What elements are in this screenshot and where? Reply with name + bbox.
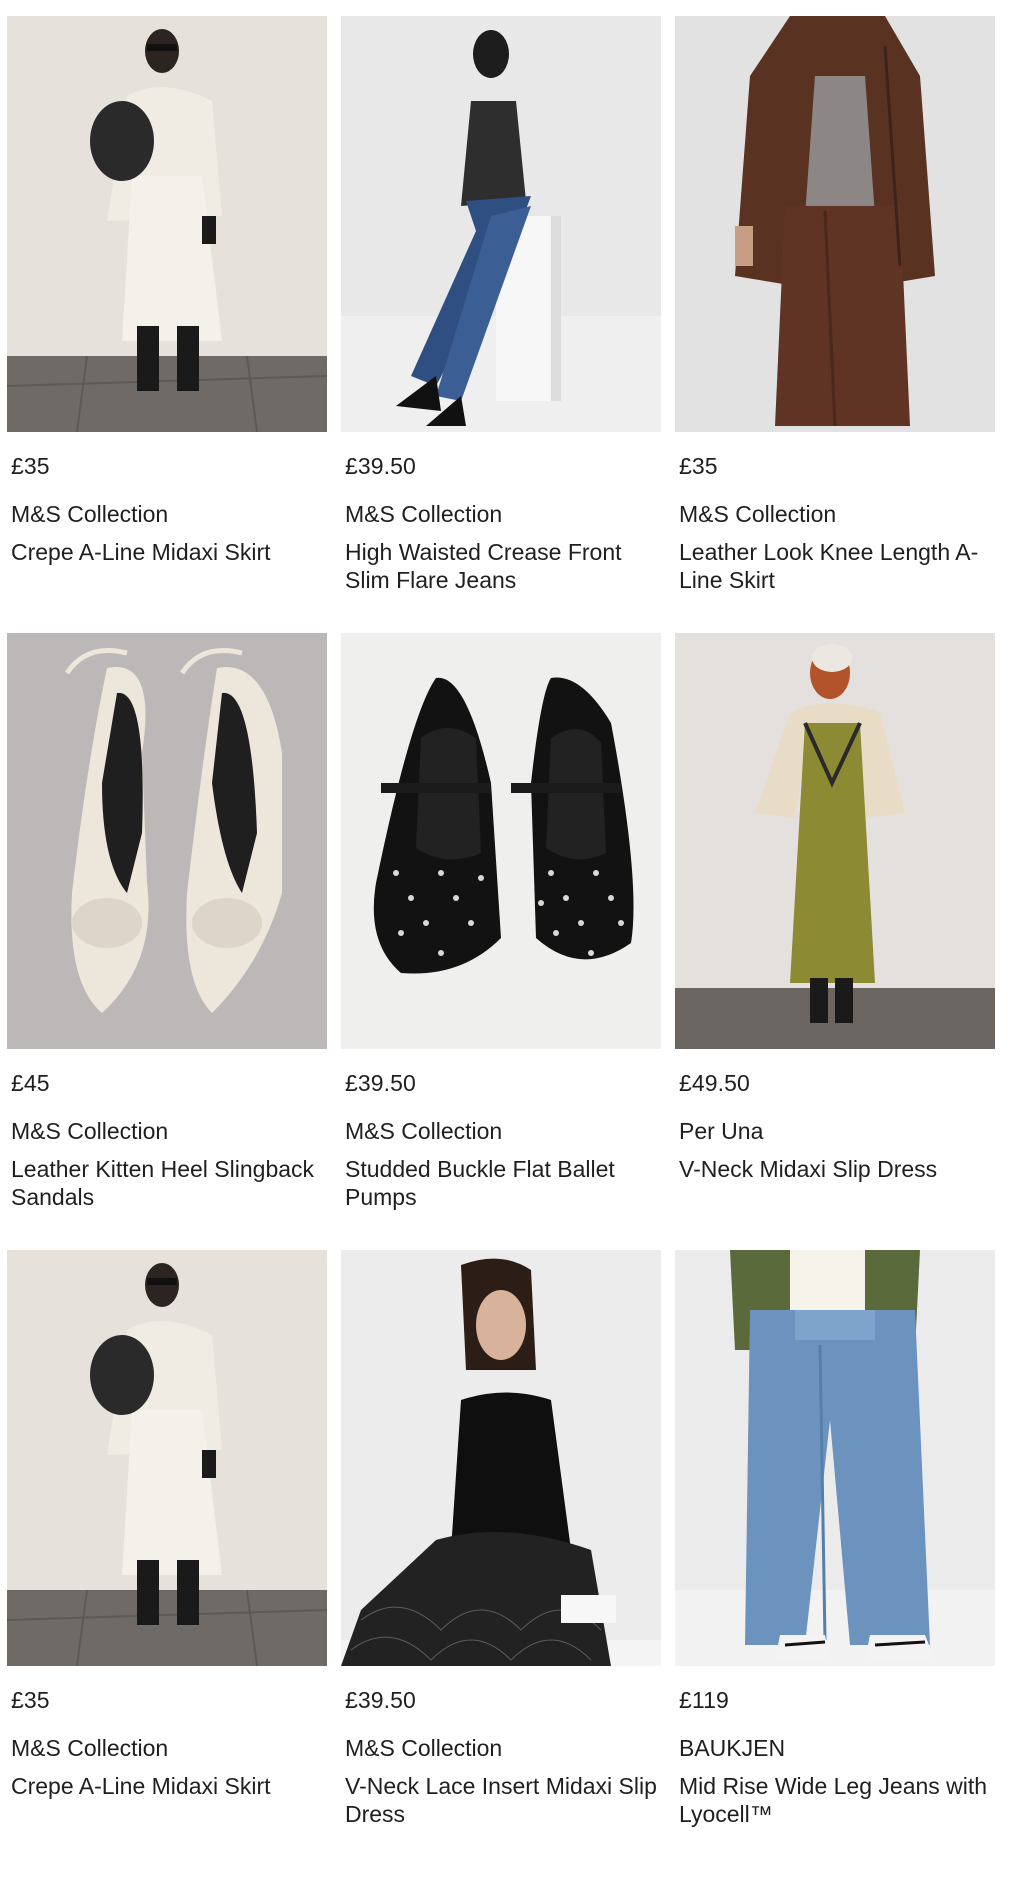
product-title[interactable]: V-Neck Midaxi Slip Dress: [679, 1155, 999, 1183]
product-price: £35: [11, 1687, 50, 1713]
product-image[interactable]: [675, 16, 995, 432]
product-price: £39.50: [345, 1687, 416, 1713]
model-leather-look-image: [675, 16, 995, 432]
product-image[interactable]: [7, 1250, 327, 1666]
product-card[interactable]: £39.50 M&S Collection Studded Buckle Fla…: [341, 633, 661, 1250]
product-card[interactable]: £119 BAUKJEN Mid Rise Wide Leg Jeans wit…: [675, 1250, 995, 1867]
product-title[interactable]: Studded Buckle Flat Ballet Pumps: [345, 1155, 665, 1211]
studded-pumps-image: [341, 633, 661, 1049]
product-card[interactable]: £49.50 Per Una V-Neck Midaxi Slip Dress: [675, 633, 995, 1250]
product-card[interactable]: £35 M&S Collection Leather Look Knee Len…: [675, 16, 995, 633]
model-black-lace-dress-image: [341, 1250, 661, 1666]
model-flare-jeans-image: [341, 16, 661, 432]
product-brand: M&S Collection: [345, 1735, 503, 1761]
product-title[interactable]: Mid Rise Wide Leg Jeans with Lyocell™: [679, 1772, 999, 1828]
product-image[interactable]: [341, 1250, 661, 1666]
product-price: £35: [679, 453, 718, 479]
product-brand: M&S Collection: [11, 1118, 169, 1144]
model-cream-coat-image: [7, 1250, 327, 1666]
product-image[interactable]: [341, 633, 661, 1049]
model-wide-leg-jeans-image: [675, 1250, 995, 1666]
product-card[interactable]: £39.50 M&S Collection V-Neck Lace Insert…: [341, 1250, 661, 1867]
product-title[interactable]: Crepe A-Line Midaxi Skirt: [11, 1772, 331, 1800]
product-image[interactable]: [675, 1250, 995, 1666]
product-price: £45: [11, 1070, 50, 1096]
product-brand: M&S Collection: [11, 501, 169, 527]
product-price: £35: [11, 453, 50, 479]
product-brand: M&S Collection: [345, 501, 503, 527]
product-image[interactable]: [675, 633, 995, 1049]
product-title[interactable]: Leather Kitten Heel Slingback Sandals: [11, 1155, 331, 1211]
product-card[interactable]: £45 M&S Collection Leather Kitten Heel S…: [7, 633, 327, 1250]
product-card[interactable]: £35 M&S Collection Crepe A-Line Midaxi S…: [7, 1250, 327, 1867]
model-olive-dress-image: [675, 633, 995, 1049]
product-card[interactable]: £39.50 M&S Collection High Waisted Creas…: [341, 16, 661, 633]
product-price: £49.50: [679, 1070, 750, 1096]
model-cream-coat-image: [7, 16, 327, 432]
product-brand: M&S Collection: [679, 501, 837, 527]
product-card[interactable]: £35 M&S Collection Crepe A-Line Midaxi S…: [7, 16, 327, 633]
product-image[interactable]: [7, 16, 327, 432]
product-brand: M&S Collection: [11, 1735, 169, 1761]
product-image[interactable]: [7, 633, 327, 1049]
product-price: £39.50: [345, 1070, 416, 1096]
product-title[interactable]: V-Neck Lace Insert Midaxi Slip Dress: [345, 1772, 665, 1828]
product-image[interactable]: [341, 16, 661, 432]
product-title[interactable]: High Waisted Crease Front Slim Flare Jea…: [345, 538, 665, 594]
product-brand: BAUKJEN: [679, 1735, 786, 1761]
product-brand: M&S Collection: [345, 1118, 503, 1144]
product-price: £119: [679, 1687, 729, 1713]
product-grid: £35 M&S Collection Crepe A-Line Midaxi S…: [7, 16, 1007, 1867]
product-brand: Per Una: [679, 1118, 764, 1144]
product-title[interactable]: Crepe A-Line Midaxi Skirt: [11, 538, 331, 566]
product-title[interactable]: Leather Look Knee Length A-Line Skirt: [679, 538, 999, 594]
slingback-heels-image: [7, 633, 327, 1049]
product-price: £39.50: [345, 453, 416, 479]
